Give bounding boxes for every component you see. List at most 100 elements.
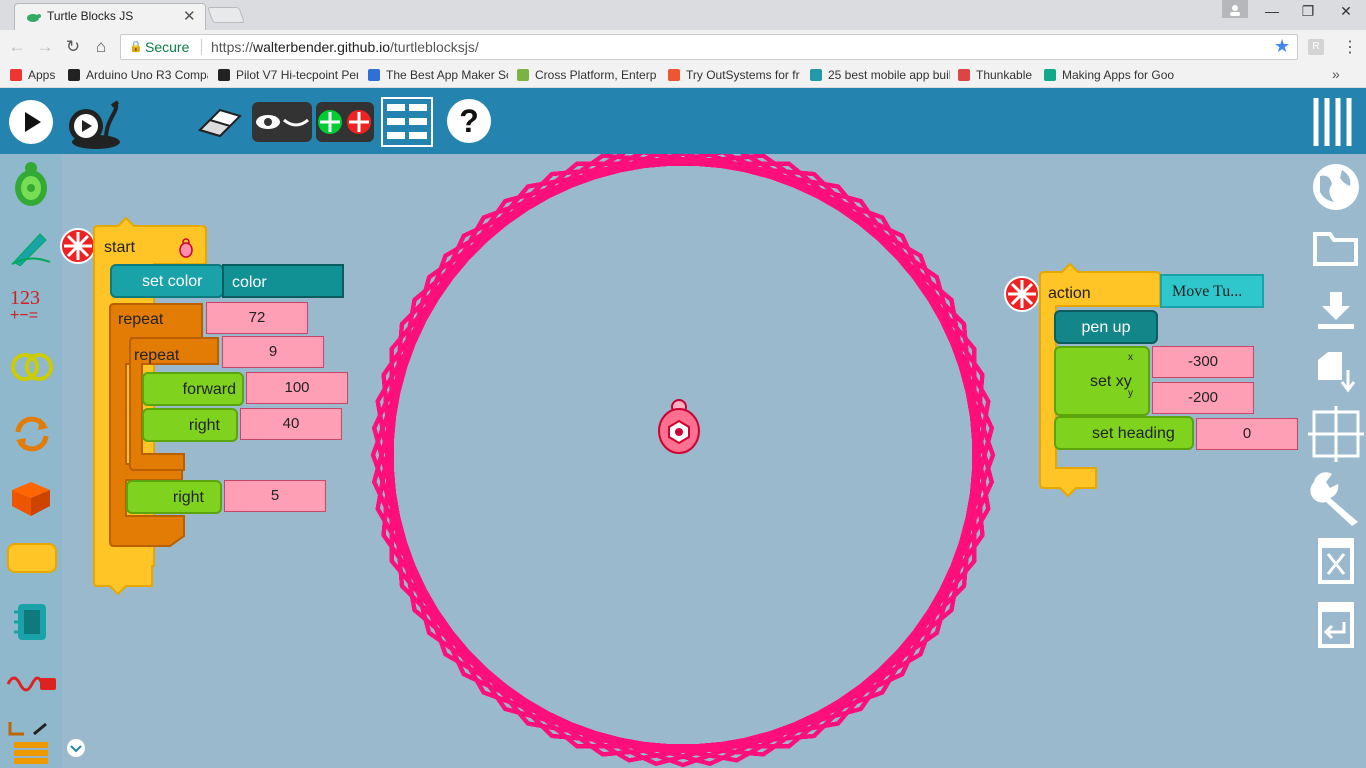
restore-trash-icon[interactable] bbox=[1314, 598, 1358, 648]
bookmark-label: Apps bbox=[28, 68, 56, 82]
bookmark-label: Thunkable bbox=[976, 68, 1033, 82]
set-heading-block[interactable]: set heading bbox=[1054, 416, 1194, 450]
turtle-favicon-icon bbox=[27, 14, 41, 22]
bookmark-6[interactable]: 25 best mobile app build bbox=[810, 68, 950, 82]
home-icon[interactable]: ⌂ bbox=[90, 36, 112, 58]
right1-value[interactable]: 40 bbox=[240, 408, 342, 440]
app-toolbar: ? bbox=[0, 88, 1366, 154]
set-color-block[interactable]: set color bbox=[110, 264, 224, 298]
bookmark-star-icon[interactable]: ★ bbox=[1274, 36, 1290, 57]
repeat2-value[interactable]: 9 bbox=[222, 336, 324, 368]
grid-toggle-icon[interactable] bbox=[1308, 406, 1364, 462]
close-tab-icon[interactable]: ✕ bbox=[183, 7, 196, 25]
media-palette-icon[interactable] bbox=[14, 602, 50, 642]
right2-label: right bbox=[172, 489, 204, 506]
bookmark-4[interactable]: Cross Platform, Enterpris bbox=[517, 68, 657, 82]
url-scheme: https:// bbox=[211, 39, 254, 55]
planet-icon[interactable] bbox=[1310, 162, 1362, 212]
extras-palette-icon[interactable] bbox=[6, 720, 58, 768]
extension-icon[interactable]: R bbox=[1308, 39, 1324, 55]
bookmark-label: 25 best mobile app build bbox=[828, 68, 950, 82]
eraser-icon[interactable] bbox=[196, 106, 244, 140]
url-host: walterbender.github.io bbox=[253, 39, 391, 55]
browser-tab[interactable]: Turtle Blocks JS ✕ bbox=[14, 3, 206, 30]
color-label: color bbox=[232, 274, 267, 291]
action-palette-icon[interactable] bbox=[6, 540, 58, 576]
url-text[interactable]: https://walterbender.github.io/turtleblo… bbox=[211, 39, 479, 55]
hide-blocks-icon[interactable] bbox=[252, 102, 312, 142]
forward-icon[interactable]: → bbox=[34, 36, 56, 58]
turtle-canvas[interactable]: start set color color repeat 72 repeat 9… bbox=[60, 154, 1304, 768]
bookmark-label: Cross Platform, Enterpris bbox=[535, 68, 657, 82]
bookmark-label: Arduino Uno R3 Compat bbox=[86, 68, 208, 82]
flow-palette-icon[interactable] bbox=[12, 414, 52, 454]
tab-title: Turtle Blocks JS bbox=[47, 9, 134, 23]
new-tab-button[interactable] bbox=[207, 7, 245, 23]
boxes-palette-icon[interactable] bbox=[8, 474, 54, 518]
bookmark-label: Try OutSystems for free bbox=[686, 68, 800, 82]
repeat1-label: repeat bbox=[118, 311, 164, 328]
secure-label: Secure bbox=[145, 39, 190, 55]
bookmark-1[interactable]: Arduino Uno R3 Compat bbox=[68, 68, 208, 82]
run-slow-snail-icon[interactable] bbox=[66, 100, 122, 152]
boolean-palette-icon[interactable] bbox=[10, 350, 54, 384]
number-palette-label: 123 bbox=[10, 287, 40, 309]
action-name-value[interactable]: Move Tu... bbox=[1160, 274, 1264, 308]
pen-up-block[interactable]: pen up bbox=[1054, 310, 1158, 344]
outsystems-icon bbox=[668, 69, 680, 81]
trash-icon[interactable] bbox=[1314, 534, 1358, 584]
forward-label: forward bbox=[182, 381, 236, 398]
back-icon[interactable]: ← bbox=[6, 36, 28, 58]
apps-grid-icon bbox=[10, 69, 22, 81]
run-fast-icon[interactable] bbox=[8, 99, 54, 145]
restore-window-icon[interactable]: ❐ bbox=[1288, 0, 1328, 24]
y-value[interactable]: -200 bbox=[1152, 382, 1254, 414]
right2-block[interactable]: right bbox=[126, 480, 222, 514]
mobile-app-icon bbox=[810, 69, 822, 81]
sensors-palette-icon[interactable] bbox=[6, 670, 58, 698]
lock-icon: 🔒 bbox=[129, 41, 143, 53]
collapse-blocks-icon[interactable] bbox=[316, 102, 374, 142]
close-window-icon[interactable]: ✕ bbox=[1326, 0, 1366, 24]
profile-avatar-icon[interactable] bbox=[1222, 0, 1248, 18]
repeat1-value[interactable]: 72 bbox=[206, 302, 308, 334]
right1-block[interactable]: right bbox=[142, 408, 238, 442]
color-block[interactable]: color bbox=[222, 264, 344, 298]
main-menu-icon[interactable] bbox=[1312, 96, 1358, 148]
help-icon[interactable]: ? bbox=[446, 98, 492, 144]
bookmark-5[interactable]: Try OutSystems for free bbox=[668, 68, 800, 82]
aux-toolbar bbox=[1304, 154, 1366, 768]
x-value[interactable]: -300 bbox=[1152, 346, 1254, 378]
set-xy-block[interactable]: set xy x y bbox=[1054, 346, 1150, 416]
number-palette-icon[interactable]: 123 +−= bbox=[10, 288, 54, 328]
scroll-down-chevron-icon[interactable] bbox=[66, 738, 86, 758]
heading-value[interactable]: 0 bbox=[1196, 418, 1298, 450]
bookmark-8[interactable]: Making Apps for Google bbox=[1044, 68, 1174, 82]
minimize-icon[interactable]: — bbox=[1252, 0, 1292, 24]
save-download-icon[interactable] bbox=[1314, 290, 1358, 330]
more-bookmarks-icon[interactable]: » bbox=[1332, 66, 1340, 82]
bookmark-0[interactable]: Apps bbox=[10, 68, 62, 82]
bookmark-7[interactable]: Thunkable bbox=[958, 68, 1036, 82]
bookmark-2[interactable]: Pilot V7 Hi-tecpoint Pen bbox=[218, 68, 358, 82]
pen-palette-icon[interactable] bbox=[10, 226, 52, 266]
action-name-text: Move Tu... bbox=[1172, 283, 1243, 300]
turtle-sprite[interactable] bbox=[656, 397, 702, 457]
settings-wrench-icon[interactable] bbox=[1306, 468, 1366, 526]
bookmark-label: Pilot V7 Hi-tecpoint Pen bbox=[236, 68, 358, 82]
set-heading-label: set heading bbox=[1092, 425, 1175, 442]
forward-value[interactable]: 100 bbox=[246, 372, 348, 404]
repeat2-label: repeat bbox=[134, 347, 180, 364]
reload-icon[interactable]: ↻ bbox=[62, 36, 84, 58]
block-palette: 123 +−= bbox=[0, 154, 62, 768]
bookmark-3[interactable]: The Best App Maker So bbox=[368, 68, 508, 82]
turtle-palette-icon[interactable] bbox=[10, 160, 52, 208]
cross-platform-icon bbox=[517, 69, 529, 81]
new-file-icon[interactable] bbox=[1314, 350, 1358, 396]
open-folder-icon[interactable] bbox=[1312, 228, 1360, 268]
grid-menu-icon[interactable] bbox=[380, 96, 434, 148]
forward-block[interactable]: forward bbox=[142, 372, 244, 406]
address-bar[interactable]: 🔒 Secure https://walterbender.github.io/… bbox=[120, 34, 1298, 60]
chrome-menu-icon[interactable]: ⋮ bbox=[1342, 37, 1358, 57]
right2-value[interactable]: 5 bbox=[224, 480, 326, 512]
